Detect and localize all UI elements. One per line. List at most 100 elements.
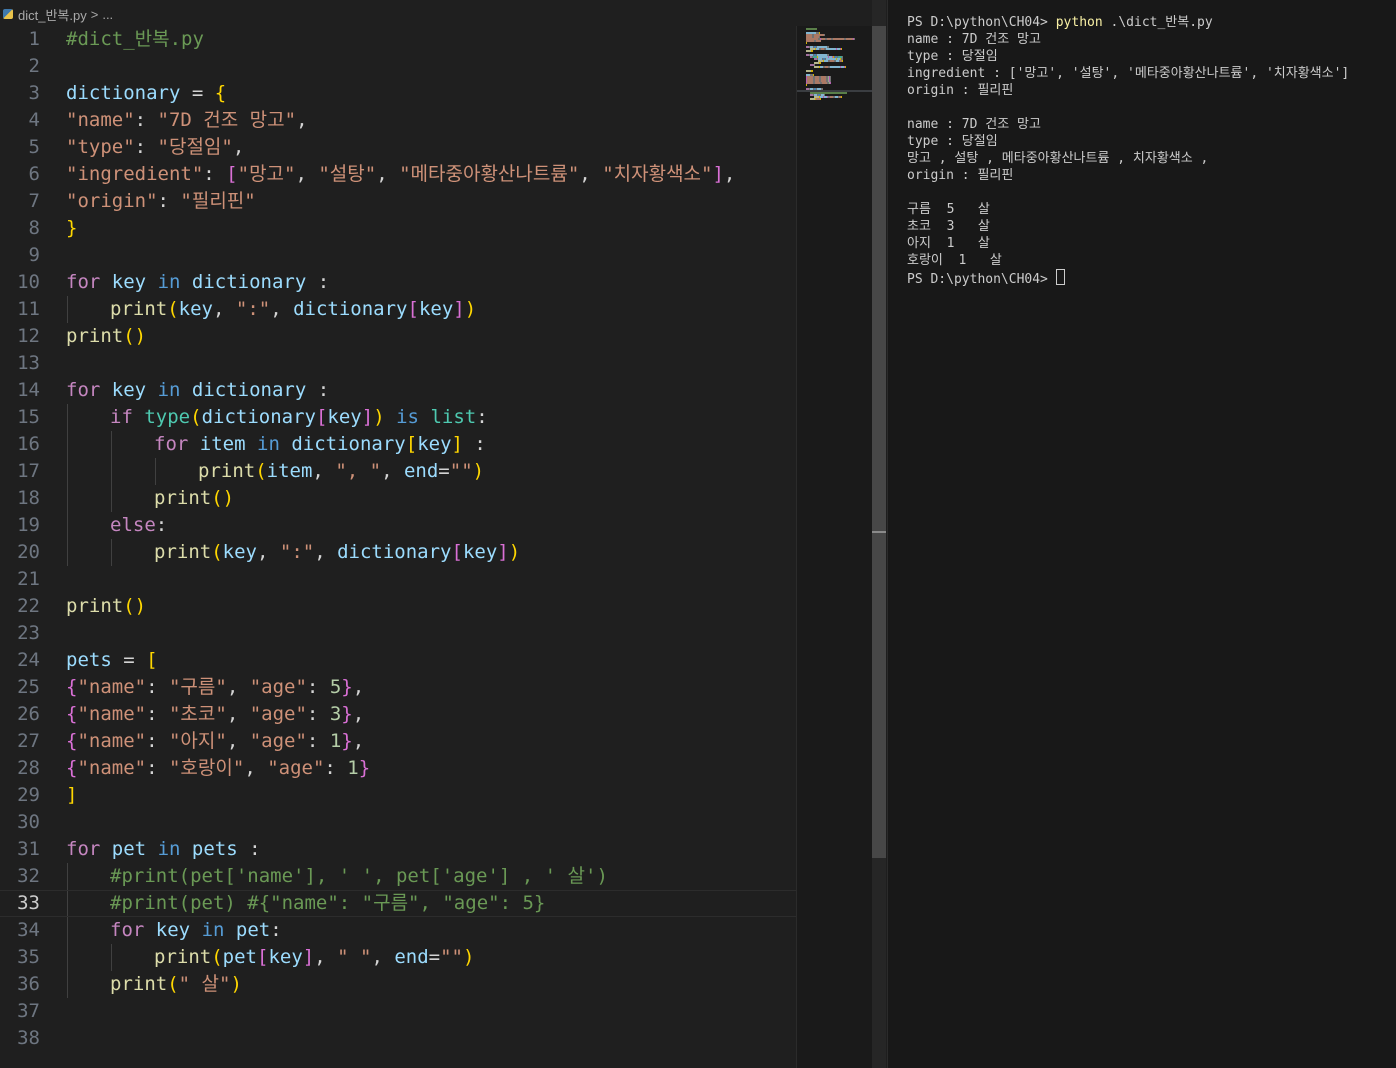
code-line[interactable]: 23: [0, 620, 796, 647]
code-token: [: [146, 649, 158, 671]
code-token: key: [155, 919, 191, 941]
code-line[interactable]: 4 "name": "7D 건조 망고",: [0, 107, 796, 134]
code-token: :: [157, 190, 181, 212]
code-lines[interactable]: 1 #dict_반복.py 2 3 dictionary = {4 "name": "7D…: [0, 26, 796, 1052]
minimap[interactable]: [796, 26, 873, 1068]
code-line[interactable]: 12 print(): [0, 323, 796, 350]
breadcrumb: dict_반복.py > ...: [0, 0, 886, 28]
line-code: else:: [110, 512, 167, 539]
code-token: 5: [329, 676, 342, 698]
scrollbar-thumb[interactable]: [872, 26, 886, 858]
code-line[interactable]: 16 for item in dictionary[key] :: [0, 431, 796, 458]
code-token: {: [214, 82, 227, 104]
line-number: 5: [28, 136, 40, 158]
code-line[interactable]: 36 print(" 살"): [0, 971, 796, 998]
code-token: dictionary: [337, 541, 452, 563]
code-token: :: [306, 271, 330, 293]
code-token: dictionary: [191, 379, 307, 401]
code-line[interactable]: 10 for key in dictionary :: [0, 269, 796, 296]
code-token: :: [203, 163, 227, 185]
code-line[interactable]: 7 "origin": "필리핀": [0, 188, 796, 215]
code-token: :: [237, 838, 261, 860]
code-token: dictionary: [293, 298, 408, 320]
scrollbar-cursor-marker: [872, 531, 886, 533]
line-code: print(): [66, 323, 146, 350]
code-line[interactable]: 19 else:: [0, 512, 796, 539]
code-line[interactable]: 11 print(key, ":", dictionary[key]): [0, 296, 796, 323]
breadcrumb-more[interactable]: ...: [102, 7, 113, 22]
code-token: "설탕": [318, 163, 377, 185]
code-line[interactable]: 5 "type": "당절임",: [0, 134, 796, 161]
code-line[interactable]: 3 dictionary = {: [0, 80, 796, 107]
code-token: ,: [381, 460, 404, 482]
line-number: 23: [17, 622, 40, 644]
minimap-token: [845, 66, 846, 68]
code-line[interactable]: 15 if type(dictionary[key]) is list:: [0, 404, 796, 431]
code-token: print: [154, 541, 212, 563]
code-token: "메타중아황산나트륨": [399, 163, 580, 185]
code-line[interactable]: 26 {"name": "초코", "age": 3},: [0, 701, 796, 728]
code-line[interactable]: 27 {"name": "아지", "age": 1},: [0, 728, 796, 755]
code-line[interactable]: 14 for key in dictionary :: [0, 377, 796, 404]
code-token: (: [255, 460, 267, 482]
code-token: key: [222, 541, 257, 563]
terminal-line: 망고 , 설탕 , 메타중아황산나트륨 , 치자황색소 ,: [907, 151, 1209, 166]
code-line[interactable]: 37: [0, 998, 796, 1025]
code-line[interactable]: 13: [0, 350, 796, 377]
code-line[interactable]: 34 for key in pet:: [0, 917, 796, 944]
terminal-cursor[interactable]: [1055, 269, 1065, 285]
code-line[interactable]: 25 {"name": "구름", "age": 5},: [0, 674, 796, 701]
editor-scrollbar[interactable]: [872, 0, 886, 1068]
code-token: ,: [312, 460, 336, 482]
line-number: 35: [17, 946, 40, 968]
indent-guide: [67, 944, 68, 971]
code-token: is: [396, 406, 419, 428]
code-line[interactable]: 8}: [0, 215, 796, 242]
line-code: print(): [66, 593, 146, 620]
code-editor[interactable]: dict_반복.py > ... 1 #dict_반복.py 2 3 dictionar…: [0, 0, 886, 1068]
code-line[interactable]: 32 #print(pet['name'], ' ', pet['age'] , …: [0, 863, 796, 890]
code-line[interactable]: 18 print(): [0, 485, 796, 512]
code-token: :: [306, 703, 330, 725]
code-line[interactable]: 21: [0, 566, 796, 593]
indent-guide: [67, 485, 68, 512]
line-code: pets = [: [66, 647, 158, 674]
code-token: ]: [66, 784, 78, 806]
code-token: key: [417, 433, 452, 455]
code-token: print: [110, 973, 168, 995]
code-line[interactable]: 38: [0, 1025, 796, 1052]
code-line[interactable]: 22 print(): [0, 593, 796, 620]
code-line[interactable]: 35 print(pet[key], " ", end=""): [0, 944, 796, 971]
code-line[interactable]: 30: [0, 809, 796, 836]
breadcrumb-file[interactable]: dict_반복.py: [18, 5, 87, 24]
code-line[interactable]: 9: [0, 242, 796, 269]
line-number: 8: [28, 217, 40, 239]
code-token: ,: [352, 676, 365, 698]
code-line[interactable]: 29]: [0, 782, 796, 809]
terminal-line: 호랑이 1 살: [907, 253, 1002, 268]
code-line[interactable]: 17 print(item, ", ", end=""): [0, 458, 796, 485]
terminal-panel[interactable]: PS D:\python\CH04> python .\dict_반복.py n…: [887, 0, 1396, 1068]
minimap-token: [846, 38, 853, 40]
code-token: :: [146, 757, 169, 779]
line-code: for item in dictionary[key] :: [154, 431, 486, 458]
code-token: ":": [235, 298, 271, 320]
line-code: "ingredient": ["망고", "설탕", "메타중아황산나트륨", …: [66, 161, 735, 188]
indent-guide: [67, 512, 68, 539]
code-line[interactable]: 2: [0, 53, 796, 80]
minimap-token: [842, 60, 843, 62]
code-line[interactable]: 6 "ingredient": ["망고", "설탕", "메타중아황산나트륨",…: [0, 161, 796, 188]
code-token: list: [430, 406, 477, 428]
code-token: }: [341, 703, 353, 725]
code-line[interactable]: 24 pets = [: [0, 647, 796, 674]
code-line[interactable]: 33 #print(pet) #{"name": "구름", "age": 5}: [0, 890, 796, 917]
code-line[interactable]: 20 print(key, ":", dictionary[key]): [0, 539, 796, 566]
code-line[interactable]: 28 {"name": "호랑이", "age": 1}: [0, 755, 796, 782]
code-line[interactable]: 31 for pet in pets :: [0, 836, 796, 863]
code-line[interactable]: 1 #dict_반복.py: [0, 26, 796, 53]
code-token: in: [157, 838, 181, 860]
